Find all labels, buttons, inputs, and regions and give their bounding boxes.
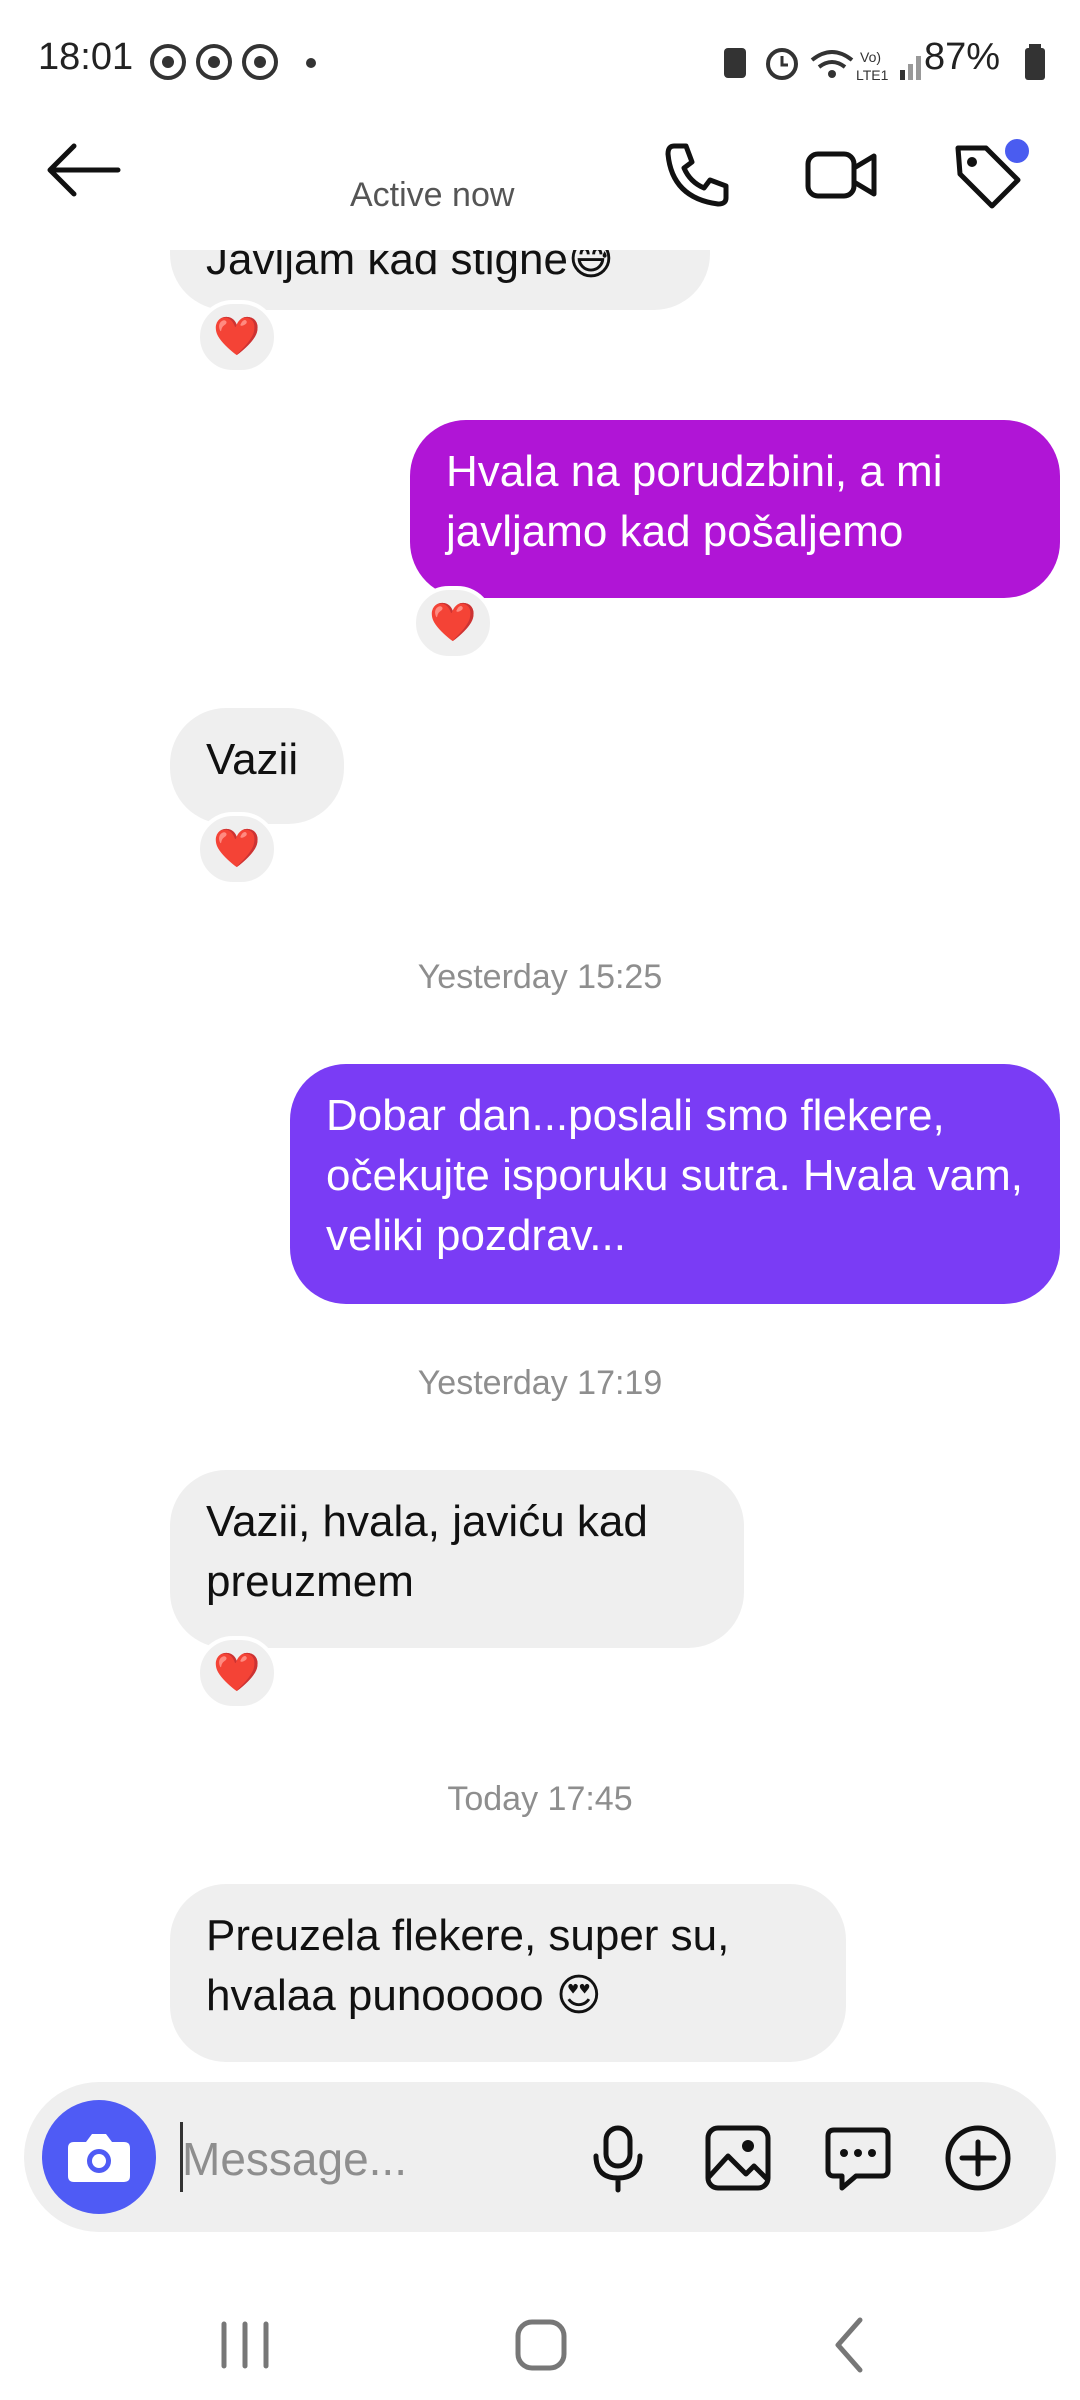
active-status: Active now bbox=[350, 176, 515, 214]
plus-icon[interactable] bbox=[942, 2122, 1014, 2194]
home-icon[interactable] bbox=[506, 2310, 576, 2380]
camera-icon bbox=[68, 2134, 130, 2182]
heart-reaction[interactable]: ❤️ bbox=[196, 1636, 278, 1710]
heart-icon: ❤️ bbox=[213, 316, 261, 358]
svg-text:Vo): Vo) bbox=[860, 49, 881, 65]
heart-icon: ❤️ bbox=[429, 602, 477, 644]
status-bar: 18:01 Vo) LTE1 87% bbox=[0, 0, 1080, 120]
microphone-icon[interactable] bbox=[582, 2122, 654, 2194]
back-arrow-icon[interactable] bbox=[44, 140, 124, 200]
message-list: Javljam kad stigne😅 ❤️ Hvala na porudzbi… bbox=[0, 250, 1080, 2082]
message-text: Vazii bbox=[206, 735, 299, 784]
phone-icon[interactable] bbox=[660, 138, 734, 212]
heart-icon: ❤️ bbox=[213, 828, 261, 870]
sticker-icon[interactable] bbox=[822, 2122, 894, 2194]
video-camera-icon[interactable] bbox=[804, 138, 878, 212]
chat-header: Active now bbox=[0, 120, 1080, 250]
timestamp: Today 17:45 bbox=[447, 1780, 633, 1818]
timestamp: Yesterday 17:19 bbox=[417, 1364, 663, 1402]
notification-icon bbox=[150, 44, 186, 80]
heart-reaction[interactable]: ❤️ bbox=[412, 586, 494, 660]
battery-icon bbox=[1025, 44, 1045, 80]
timestamp: Yesterday 15:25 bbox=[417, 958, 663, 996]
svg-text:LTE1: LTE1 bbox=[856, 67, 889, 83]
more-notifications-dot bbox=[306, 58, 316, 68]
heart-icon: ❤️ bbox=[213, 1652, 261, 1694]
heart-reaction[interactable]: ❤️ bbox=[196, 300, 278, 374]
back-nav-icon[interactable] bbox=[816, 2310, 886, 2380]
incoming-message[interactable]: Preuzela flekere, super su, hvalaa punoo… bbox=[170, 1884, 846, 2062]
text-cursor bbox=[180, 2122, 183, 2192]
heart-reaction[interactable]: ❤️ bbox=[196, 812, 278, 886]
message-text: Hvala na porudzbini, a mi javljamo kad p… bbox=[446, 447, 943, 556]
status-time: 18:01 bbox=[38, 36, 134, 78]
image-icon[interactable] bbox=[702, 2122, 774, 2194]
message-text: Preuzela flekere, super su, hvalaa punoo… bbox=[206, 1911, 730, 2020]
message-text: Dobar dan...poslali smo flekere, očekujt… bbox=[326, 1091, 1023, 1260]
incoming-message[interactable]: Vazii bbox=[170, 708, 344, 824]
message-input[interactable] bbox=[180, 2118, 564, 2200]
recent-apps-icon[interactable] bbox=[210, 2310, 280, 2380]
outgoing-message[interactable]: Dobar dan...poslali smo flekere, očekujt… bbox=[290, 1064, 1060, 1304]
notification-icon bbox=[196, 44, 232, 80]
message-text: Javljam kad stigne😅 bbox=[206, 250, 614, 284]
notification-dot bbox=[1002, 136, 1032, 166]
battery-percent: 87% bbox=[924, 36, 1001, 78]
outgoing-message[interactable]: Hvala na porudzbini, a mi javljamo kad p… bbox=[410, 420, 1060, 598]
camera-button[interactable] bbox=[42, 2100, 156, 2214]
message-text: Vazii, hvala, javiću kad preuzmem bbox=[206, 1497, 648, 1606]
notification-icon bbox=[242, 44, 278, 80]
incoming-message[interactable]: Vazii, hvala, javiću kad preuzmem bbox=[170, 1470, 744, 1648]
